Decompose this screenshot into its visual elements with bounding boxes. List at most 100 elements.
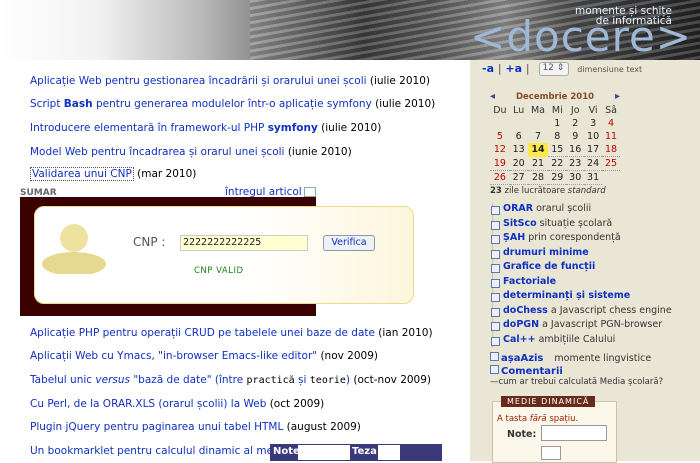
calendar-day[interactable]: 16 [566, 143, 585, 157]
calendar-day[interactable]: 5 [490, 130, 510, 143]
calendar-day[interactable]: 23 [566, 156, 585, 171]
article-link[interactable]: Aplicație PHP pentru operații CRUD pe ta… [30, 327, 375, 339]
calendar-day[interactable]: 11 [602, 130, 620, 143]
article-link[interactable]: Introducere elementară în framework-ul P… [30, 122, 318, 134]
link-mono: practică [246, 375, 295, 386]
next-month-icon[interactable]: ▸ [615, 90, 620, 104]
increase-text-button[interactable]: +a [505, 62, 522, 75]
divider: | [497, 62, 502, 75]
link-text: Script [30, 98, 64, 110]
divider: | [525, 62, 530, 75]
plus-box-icon [491, 322, 500, 331]
article-item: Aplicație PHP pentru operații CRUD pe ta… [30, 327, 433, 339]
calendar-day[interactable]: 20 [509, 156, 528, 171]
article-item: Validarea unui CNP (mar 2010) [30, 167, 197, 181]
note-input[interactable] [541, 425, 607, 441]
article-link[interactable]: Aplicații Web cu Ymacs, "in-browser Emac… [30, 350, 317, 362]
menu-item-desc: ambițiile Calului [538, 333, 616, 345]
link-mono: teorie [309, 375, 346, 386]
notes-input[interactable] [298, 445, 350, 460]
article-link[interactable]: Model Web pentru încadrarea și orarul un… [30, 146, 284, 158]
calendar-day[interactable]: 17 [584, 143, 603, 157]
sidebar: -a | +a | 12 ⇕ dimensiune text ◂ Decembr… [470, 60, 700, 463]
calendar-day[interactable]: 25 [602, 156, 620, 171]
calendar-day[interactable]: 27 [509, 170, 528, 185]
menu-item-label: Grafice de funcții [503, 261, 596, 272]
calendar-day[interactable]: 3 [584, 117, 602, 130]
calendar-week: 26 27 28 29 30 31 [490, 170, 620, 185]
article-link[interactable]: Aplicație Web pentru gestionarea încadră… [30, 75, 367, 87]
article-link[interactable]: Tabelul unic versus "bază de date" (într… [30, 374, 350, 386]
calendar-day-today[interactable]: 14 [527, 143, 549, 157]
calendar-day[interactable]: 18 [602, 143, 620, 157]
asa-azis-link[interactable]: așaAzis momente lingvistice [490, 352, 651, 364]
text-size-select[interactable]: 12 ⇕ [539, 62, 570, 76]
calendar-day[interactable]: 12 [490, 143, 510, 157]
article-item: Model Web pentru încadrarea și orarul un… [30, 146, 352, 158]
comentarii-desc-text: —cum ar trebui calculată Media școlară? [490, 377, 664, 387]
menu-item-dochess[interactable]: doChess a Javascript chess engine [491, 304, 693, 320]
menu-item-sitsco[interactable]: SitSco situație școlară [491, 218, 693, 233]
article-link[interactable]: Script Bash pentru generarea modulelor î… [30, 98, 372, 110]
calendar-day[interactable]: 9 [566, 130, 584, 143]
menu-item-sah[interactable]: ȘAH prin corespondență [491, 232, 693, 247]
calendar-day[interactable]: 24 [584, 156, 603, 171]
text-size-controls: -a | +a | 12 ⇕ dimensiune text [482, 62, 642, 76]
user-avatar-icon [42, 224, 106, 274]
verify-button[interactable]: Verifica [323, 235, 375, 251]
cnp-status: CNP VALID [194, 266, 244, 276]
teza-input[interactable] [378, 445, 400, 460]
calendar-day[interactable]: 13 [510, 143, 528, 157]
calendar-day[interactable] [528, 117, 549, 130]
menu-item-calpp[interactable]: Cal++ ambițiile Calului [491, 333, 693, 349]
calendar-day[interactable]: 2 [566, 117, 584, 130]
calendar-day[interactable]: 31 [584, 170, 603, 185]
calendar-day[interactable]: 7 [528, 130, 549, 143]
teza-input-small[interactable] [541, 446, 561, 460]
plus-box-icon [490, 365, 499, 374]
working-days-note: standard [567, 186, 606, 196]
article-date: (mar 2010) [137, 168, 197, 180]
menu-item-factoriale[interactable]: Factoriale [491, 276, 693, 291]
calendar-day[interactable]: 30 [566, 170, 585, 185]
menu-item-dopgn[interactable]: doPGN a Javascript PGN-browser [491, 319, 693, 334]
menu-item-grafice[interactable]: Grafice de funcții [491, 261, 693, 276]
calendar-day[interactable]: 29 [548, 170, 567, 185]
calendar-day[interactable]: 4 [602, 117, 620, 130]
calendar-day[interactable]: 1 [548, 117, 566, 130]
comentarii-desc: —cum ar trebui calculată Media școlară? [490, 377, 663, 387]
plus-box-icon [491, 249, 500, 259]
menu-item-determinanti[interactable]: determinanți și sisteme [491, 290, 693, 305]
calendar-day[interactable] [510, 117, 528, 130]
calendar-day[interactable]: 8 [548, 130, 566, 143]
menu-item-desc: a Javascript chess engine [550, 304, 672, 316]
menu-item-orar[interactable]: ORAR orarul școlii [491, 203, 693, 218]
calendar-day[interactable]: 22 [548, 156, 567, 171]
weekday: Du [493, 105, 507, 116]
menu-item-label: doPGN [503, 319, 540, 330]
article-link[interactable]: Cu Perl, de la ORAR.XLS (orarul școlii) … [30, 398, 266, 410]
calendar-day[interactable]: 6 [510, 130, 528, 143]
article-link-validare-cnp[interactable]: Validarea unui CNP [30, 167, 134, 181]
calendar-day[interactable]: 21 [527, 156, 549, 171]
calendar-day[interactable] [490, 117, 510, 130]
site-logo[interactable]: <docere> [470, 12, 692, 60]
prev-month-icon[interactable]: ◂ [490, 90, 495, 104]
weekday: Sâ [605, 105, 617, 116]
article-link[interactable]: Un bookmarklet pentru calculul dinamic a… [30, 445, 307, 457]
link-bold: symfony [267, 122, 318, 134]
calendar-weekdays: Du Lu Ma Mi Jo Vi Sâ [490, 104, 620, 117]
article-link[interactable]: Plugin jQuery pentru paginarea unui tabe… [30, 421, 283, 433]
menu-item-drumuri[interactable]: drumuri minime [491, 247, 693, 262]
comentarii-link[interactable]: Comentarii [490, 365, 563, 377]
decrease-text-button[interactable]: -a [482, 62, 494, 75]
calendar-day[interactable]: 26 [490, 170, 510, 185]
calendar-day[interactable]: 28 [527, 170, 549, 185]
calendar-day[interactable]: 19 [490, 156, 510, 171]
calendar-day[interactable]: 15 [548, 143, 567, 157]
calendar-day[interactable]: 10 [584, 130, 602, 143]
cnp-input[interactable]: 2222222222225 [180, 235, 308, 251]
calendar-week: 5 6 7 8 9 10 11 [490, 130, 620, 143]
hint-italic: fără [529, 414, 547, 424]
article-date: (oct 2009) [269, 398, 325, 410]
